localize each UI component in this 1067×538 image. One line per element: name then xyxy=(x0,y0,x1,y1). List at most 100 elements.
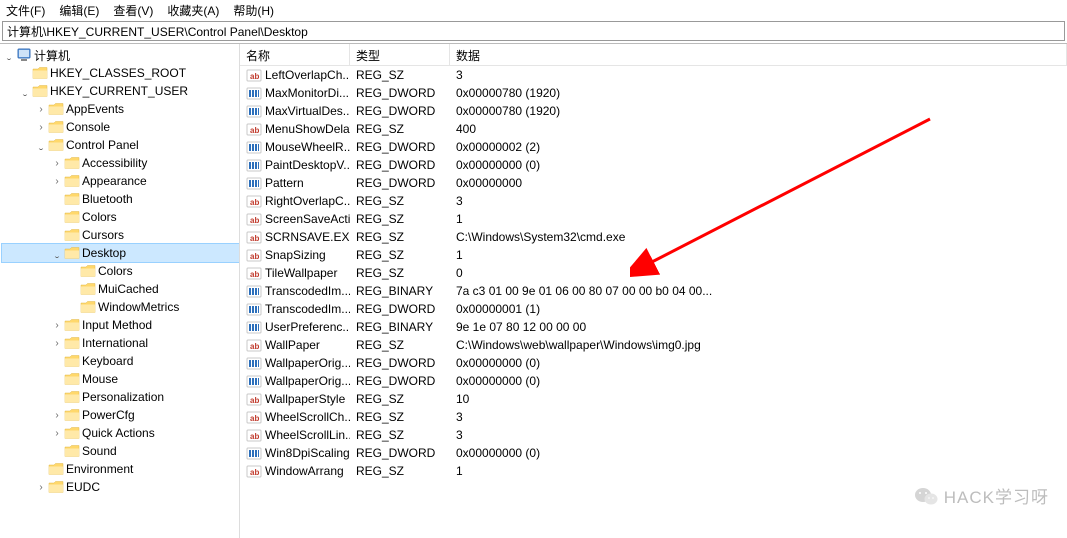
value-row[interactable]: abSnapSizingREG_SZ1 xyxy=(240,246,1067,264)
value-row[interactable]: MouseWheelR...REG_DWORD0x00000002 (2) xyxy=(240,138,1067,156)
value-row[interactable]: MaxMonitorDi...REG_DWORD0x00000780 (1920… xyxy=(240,84,1067,102)
string-icon: ab xyxy=(246,338,262,352)
tree-item-colors[interactable]: Colors xyxy=(2,208,239,226)
tree-item-international[interactable]: ›International xyxy=(2,334,239,352)
tree-item-colors[interactable]: Colors xyxy=(2,262,239,280)
value-data: 9e 1e 07 80 12 00 00 00 xyxy=(450,320,1067,334)
tree-item-desktop[interactable]: ˬDesktop xyxy=(2,244,239,262)
tree-item-keyboard[interactable]: Keyboard xyxy=(2,352,239,370)
value-row[interactable]: abWallpaperStyleREG_SZ10 xyxy=(240,390,1067,408)
value-row[interactable]: abSCRNSAVE.EXEREG_SZC:\Windows\System32\… xyxy=(240,228,1067,246)
value-name: Win8DpiScaling xyxy=(240,446,350,460)
address-bar[interactable]: 计算机\HKEY_CURRENT_USER\Control Panel\Desk… xyxy=(2,21,1065,41)
value-row[interactable]: abRightOverlapC...REG_SZ3 xyxy=(240,192,1067,210)
value-row[interactable]: abScreenSaveActi...REG_SZ1 xyxy=(240,210,1067,228)
binary-icon xyxy=(246,104,262,118)
tree-item-sound[interactable]: Sound xyxy=(2,442,239,460)
value-row[interactable]: PaintDesktopV...REG_DWORD0x00000000 (0) xyxy=(240,156,1067,174)
value-row[interactable]: TranscodedIm...REG_DWORD0x00000001 (1) xyxy=(240,300,1067,318)
tree-label: Cursors xyxy=(82,228,124,242)
values-panel[interactable]: 名称类型数据 abLeftOverlapCh...REG_SZ3MaxMonit… xyxy=(240,44,1067,538)
value-name-text: UserPreferenc... xyxy=(265,320,350,334)
tree-item-windowmetrics[interactable]: WindowMetrics xyxy=(2,298,239,316)
tree-item-console[interactable]: ›Console xyxy=(2,118,239,136)
value-row[interactable]: PatternREG_DWORD0x00000000 xyxy=(240,174,1067,192)
value-name-text: TranscodedIm... xyxy=(265,302,350,316)
value-row[interactable]: abWheelScrollCh...REG_SZ3 xyxy=(240,408,1067,426)
value-type: REG_SZ xyxy=(350,212,450,226)
svg-text:ab: ab xyxy=(250,432,259,441)
folder-icon xyxy=(64,246,80,260)
folder-icon xyxy=(32,66,48,80)
column-header-name[interactable]: 名称 xyxy=(240,44,350,65)
value-row[interactable]: abLeftOverlapCh...REG_SZ3 xyxy=(240,66,1067,84)
tree-label: AppEvents xyxy=(66,102,124,116)
value-data: 1 xyxy=(450,212,1067,226)
tree-item-environment[interactable]: Environment xyxy=(2,460,239,478)
value-name: TranscodedIm... xyxy=(240,302,350,316)
tree-item-bluetooth[interactable]: Bluetooth xyxy=(2,190,239,208)
menu-编辑e[interactable]: 编辑(E) xyxy=(59,2,99,19)
value-name-text: WallpaperOrig... xyxy=(265,356,350,370)
tree-item-powercfg[interactable]: ›PowerCfg xyxy=(2,406,239,424)
tree-item-cursors[interactable]: Cursors xyxy=(2,226,239,244)
value-name: abRightOverlapC... xyxy=(240,194,350,208)
value-row[interactable]: WallpaperOrig...REG_DWORD0x00000000 (0) xyxy=(240,354,1067,372)
value-row[interactable]: abMenuShowDelayREG_SZ400 xyxy=(240,120,1067,138)
svg-text:ab: ab xyxy=(250,270,259,279)
address-text: 计算机\HKEY_CURRENT_USER\Control Panel\Desk… xyxy=(7,23,308,40)
tree-label: International xyxy=(82,336,148,350)
value-row[interactable]: TranscodedIm...REG_BINARY7a c3 01 00 9e … xyxy=(240,282,1067,300)
string-icon: ab xyxy=(246,410,262,424)
svg-text:ab: ab xyxy=(250,396,259,405)
tree-item-计算机[interactable]: ˬ计算机 xyxy=(2,46,239,64)
tree-item-personalization[interactable]: Personalization xyxy=(2,388,239,406)
value-row[interactable]: Win8DpiScalingREG_DWORD0x00000000 (0) xyxy=(240,444,1067,462)
tree-item-eudc[interactable]: ›EUDC xyxy=(2,478,239,496)
value-name-text: TranscodedIm... xyxy=(265,284,350,298)
tree-item-accessibility[interactable]: ›Accessibility xyxy=(2,154,239,172)
tree-label: HKEY_CURRENT_USER xyxy=(50,84,188,98)
menu-文件f[interactable]: 文件(F) xyxy=(6,2,45,19)
value-row[interactable]: abWindowArrangREG_SZ1 xyxy=(240,462,1067,480)
tree-label: 计算机 xyxy=(34,47,70,64)
menu-查看v[interactable]: 查看(V) xyxy=(113,2,153,19)
value-data: C:\Windows\System32\cmd.exe xyxy=(450,230,1067,244)
value-row[interactable]: MaxVirtualDes...REG_DWORD0x00000780 (192… xyxy=(240,102,1067,120)
folder-icon xyxy=(64,426,80,440)
value-name-text: WheelScrollCh... xyxy=(265,410,350,424)
value-name: abWallpaperStyle xyxy=(240,392,350,406)
menu-帮助h[interactable]: 帮助(H) xyxy=(233,2,274,19)
tree-item-hkey_current_user[interactable]: ˬHKEY_CURRENT_USER xyxy=(2,82,239,100)
value-type: REG_SZ xyxy=(350,464,450,478)
folder-icon xyxy=(64,390,80,404)
value-type: REG_SZ xyxy=(350,230,450,244)
tree-item-appevents[interactable]: ›AppEvents xyxy=(2,100,239,118)
folder-icon xyxy=(48,480,64,494)
value-name-text: WindowArrang xyxy=(265,464,344,478)
tree-item-hkey_classes_root[interactable]: HKEY_CLASSES_ROOT xyxy=(2,64,239,82)
tree-item-muicached[interactable]: MuiCached xyxy=(2,280,239,298)
value-type: REG_DWORD xyxy=(350,104,450,118)
value-row[interactable]: UserPreferenc...REG_BINARY9e 1e 07 80 12… xyxy=(240,318,1067,336)
value-row[interactable]: WallpaperOrig...REG_DWORD0x00000000 (0) xyxy=(240,372,1067,390)
tree-item-input-method[interactable]: ›Input Method xyxy=(2,316,239,334)
tree-item-appearance[interactable]: ›Appearance xyxy=(2,172,239,190)
value-row[interactable]: abTileWallpaperREG_SZ0 xyxy=(240,264,1067,282)
value-data: 0x00000000 (0) xyxy=(450,374,1067,388)
column-header-type[interactable]: 类型 xyxy=(350,44,450,65)
tree-item-control-panel[interactable]: ˬControl Panel xyxy=(2,136,239,154)
column-header-data[interactable]: 数据 xyxy=(450,44,1067,65)
value-type: REG_DWORD xyxy=(350,176,450,190)
value-row[interactable]: abWheelScrollLin...REG_SZ3 xyxy=(240,426,1067,444)
tree-panel[interactable]: ˬ计算机HKEY_CLASSES_ROOTˬHKEY_CURRENT_USER›… xyxy=(0,44,240,538)
menu-收藏夹a[interactable]: 收藏夹(A) xyxy=(167,2,219,19)
tree-item-quick-actions[interactable]: ›Quick Actions xyxy=(2,424,239,442)
main-area: ˬ计算机HKEY_CLASSES_ROOTˬHKEY_CURRENT_USER›… xyxy=(0,43,1067,538)
svg-text:ab: ab xyxy=(250,342,259,351)
value-data: 1 xyxy=(450,248,1067,262)
svg-text:ab: ab xyxy=(250,216,259,225)
value-data: 0x00000002 (2) xyxy=(450,140,1067,154)
tree-item-mouse[interactable]: Mouse xyxy=(2,370,239,388)
value-row[interactable]: abWallPaperREG_SZC:\Windows\web\wallpape… xyxy=(240,336,1067,354)
